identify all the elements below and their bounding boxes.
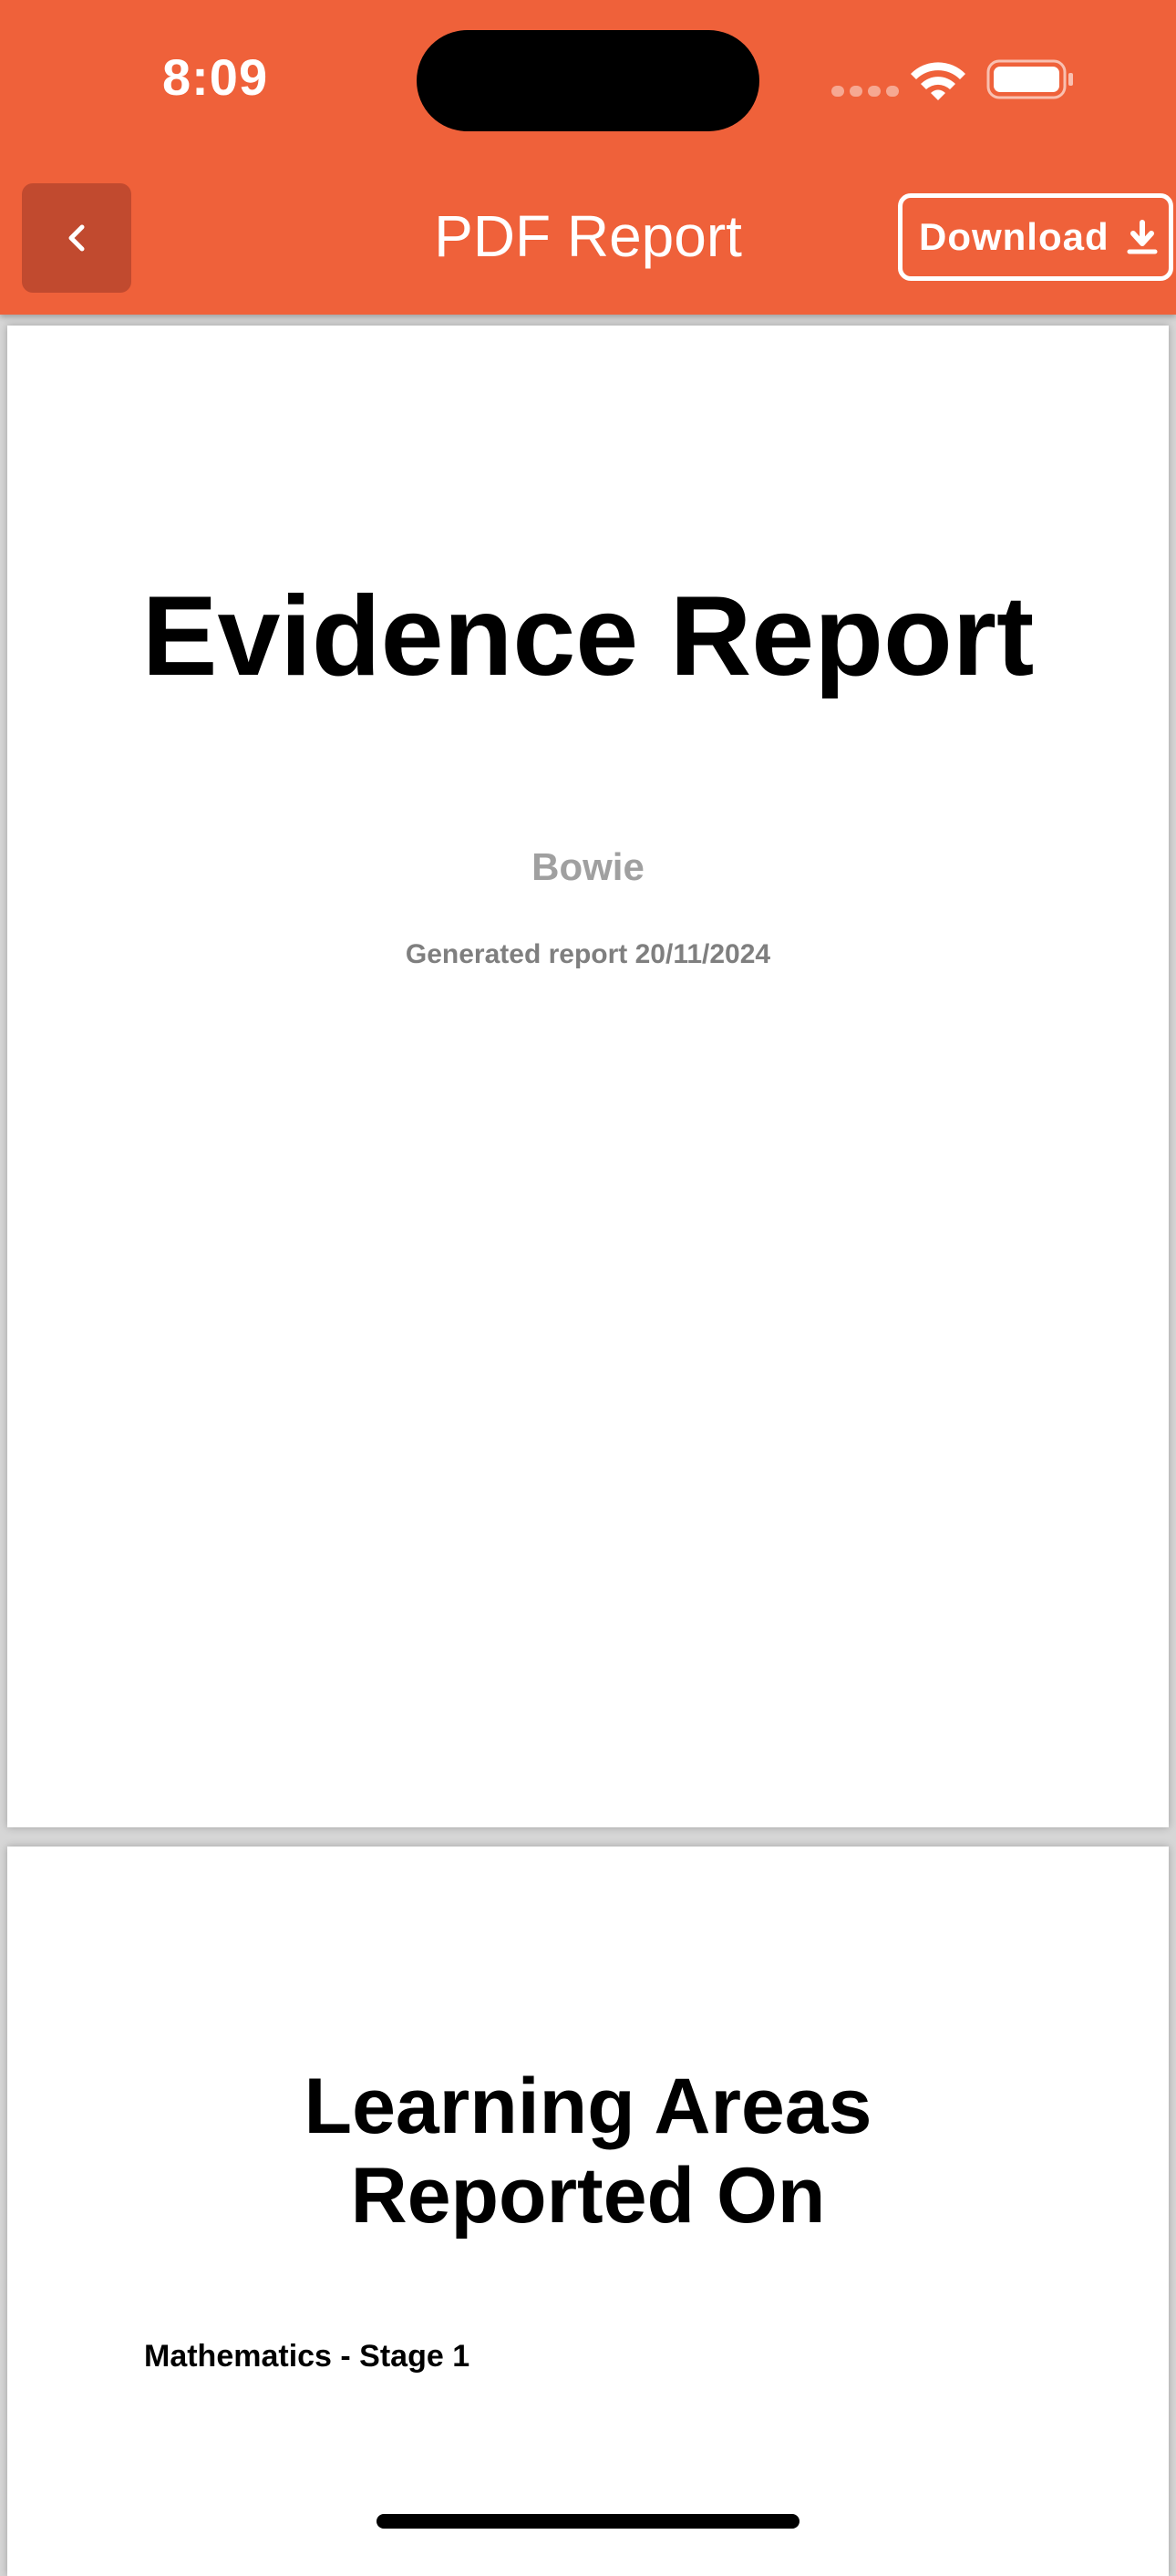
report-subject: Bowie (531, 845, 645, 888)
learning-area-item: Mathematics - Stage 1 (144, 2339, 470, 2374)
section-title-line-2: Reported On (350, 2152, 826, 2240)
pdf-page-1: Evidence Report Bowie Generated report 2… (7, 326, 1169, 1827)
pdf-page-2: Learning Areas Reported On Mathematics -… (7, 1847, 1169, 2576)
download-button[interactable]: Download (898, 193, 1173, 281)
dynamic-island (417, 30, 759, 131)
download-arrow-icon (1127, 220, 1158, 254)
battery-icon (986, 59, 1073, 99)
section-title: Learning Areas Reported On (7, 2062, 1169, 2240)
app-header: 8:09 PDF Report Download (0, 0, 1176, 315)
home-indicator[interactable] (377, 2514, 799, 2529)
section-title-line-1: Learning Areas (304, 2063, 872, 2150)
report-title: Evidence Report (141, 574, 1035, 699)
cellular-signal-icon (831, 86, 899, 97)
report-generated-date: Generated report 20/11/2024 (405, 939, 771, 969)
wifi-icon (911, 62, 965, 100)
download-label: Download (919, 215, 1109, 258)
status-time: 8:09 (162, 48, 269, 106)
